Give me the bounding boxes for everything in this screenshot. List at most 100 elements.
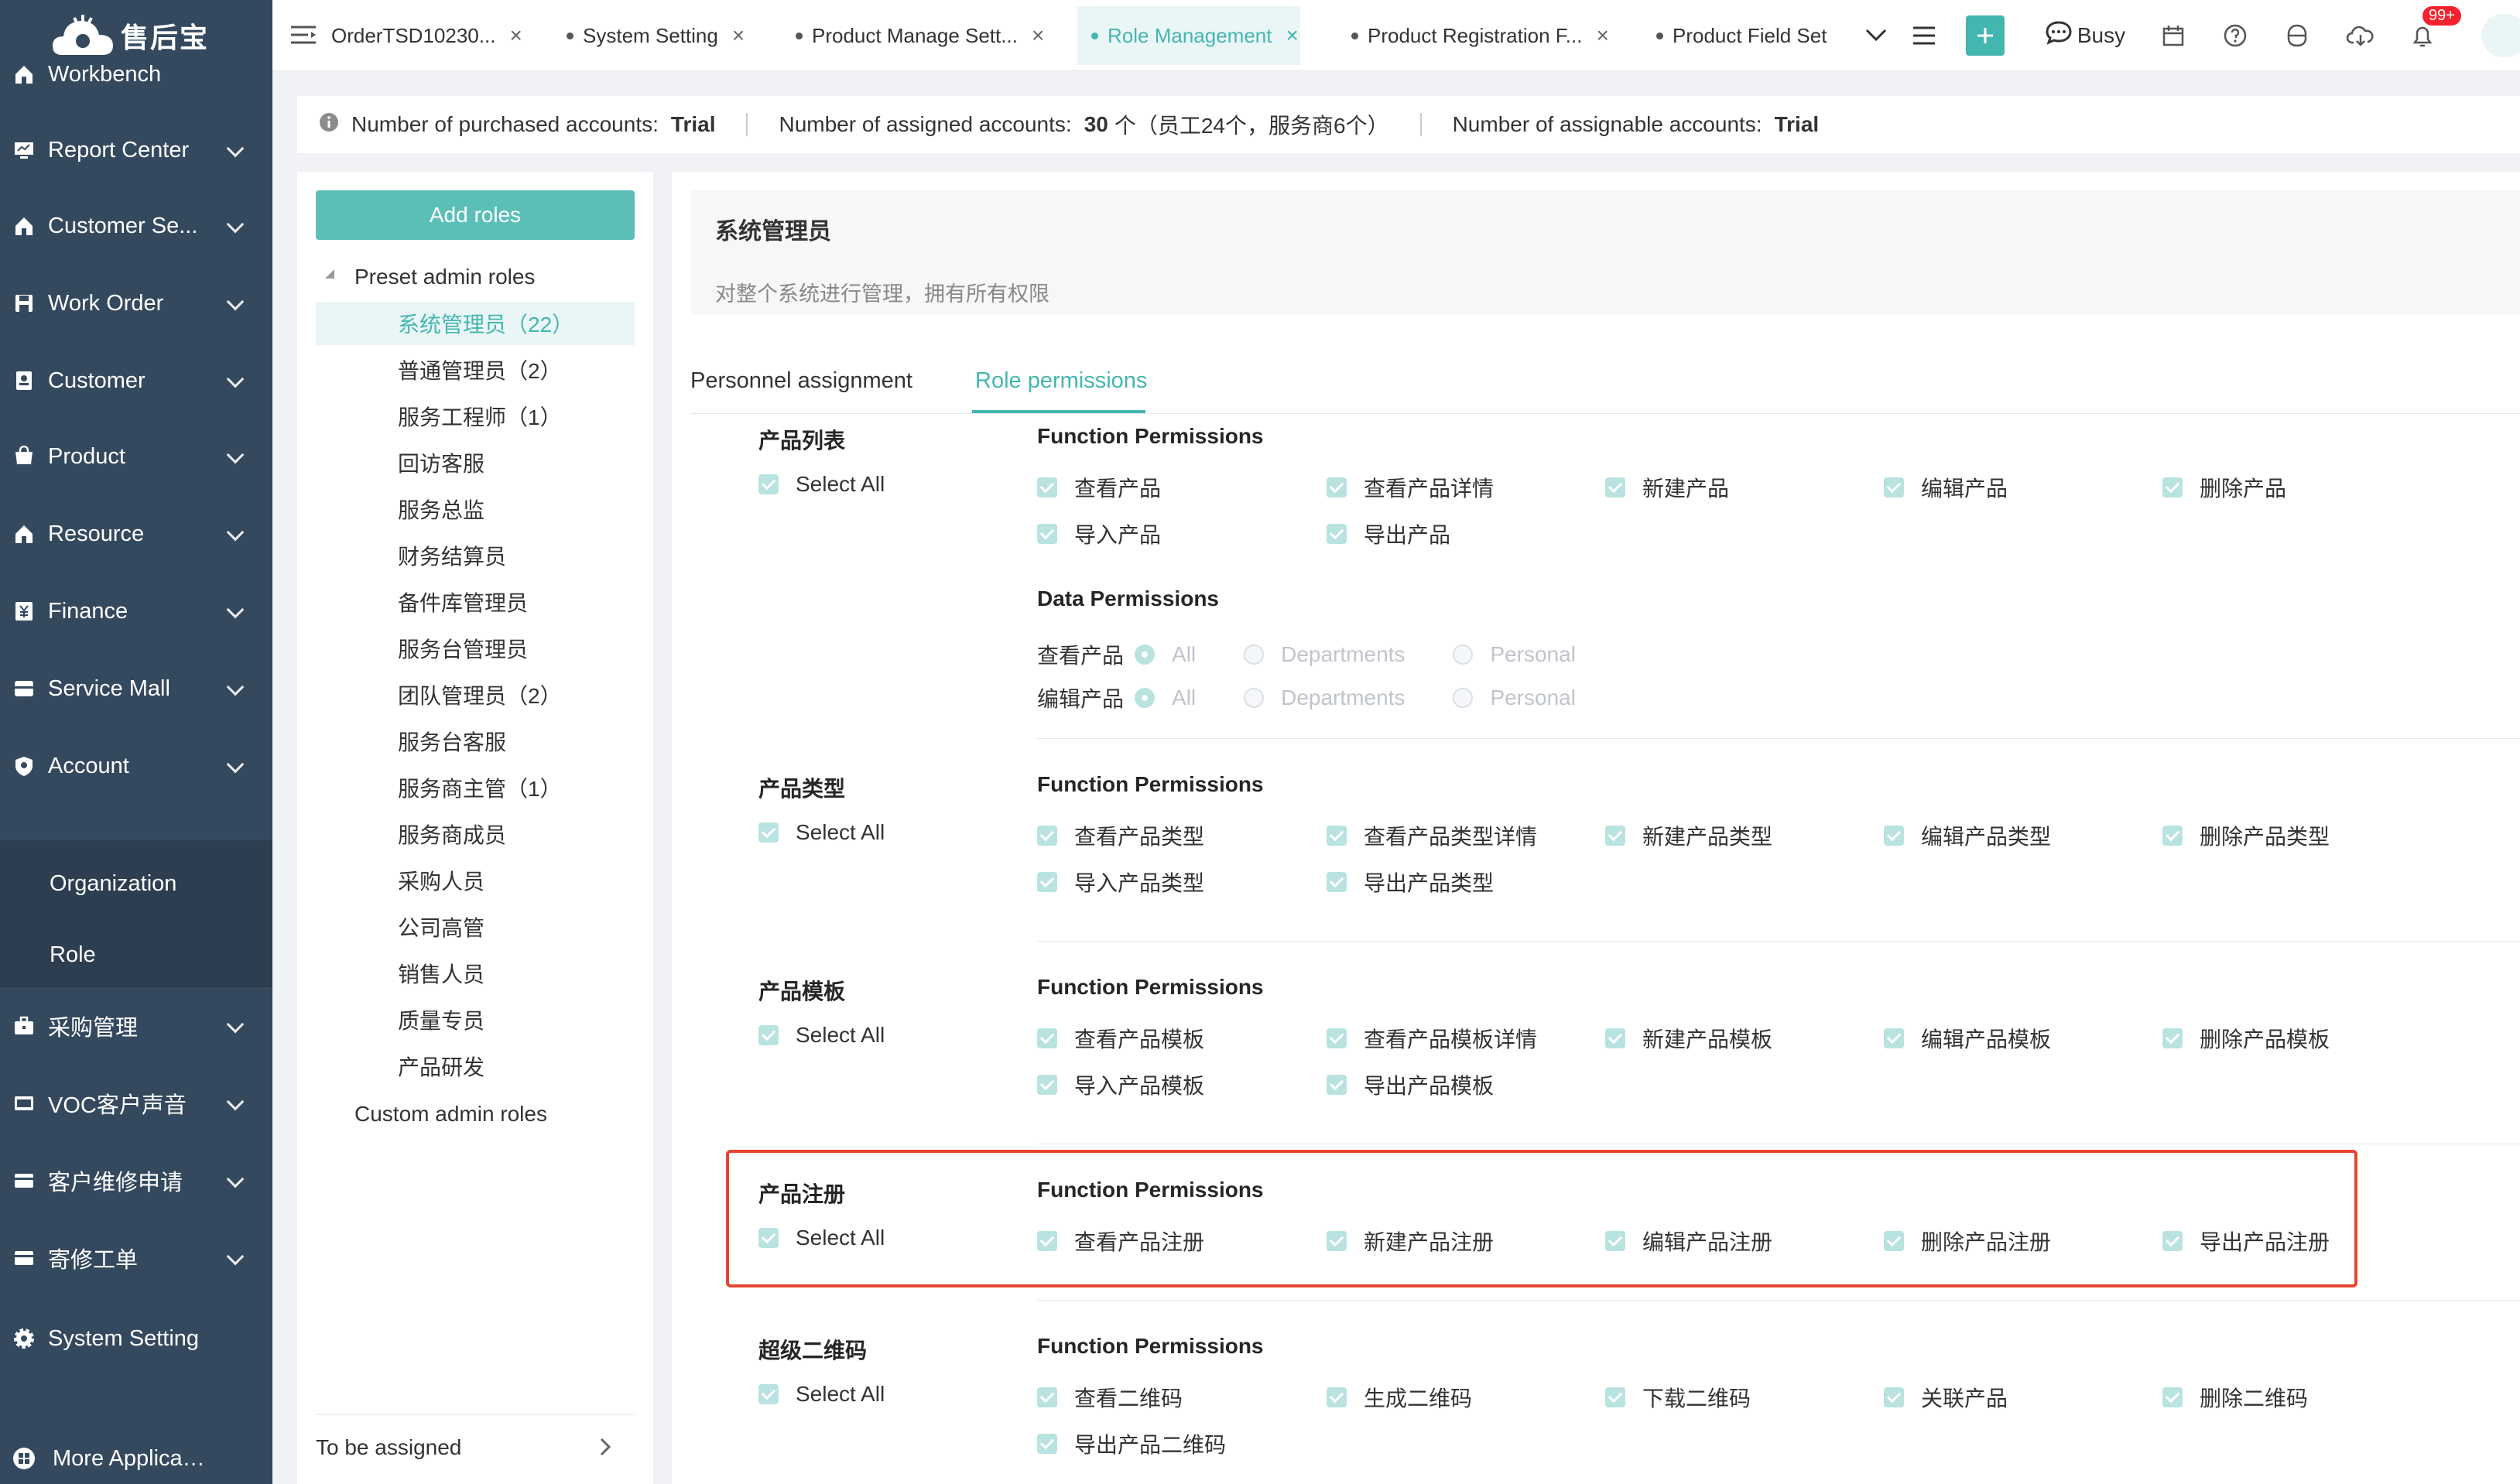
- user-service-icon[interactable]: [2282, 15, 2313, 56]
- radio-departments[interactable]: Departments: [1244, 686, 1405, 710]
- chevron-down-icon[interactable]: [1861, 15, 1892, 56]
- permission-checkbox[interactable]: 删除产品类型: [2162, 820, 2330, 851]
- sidebar-item-workbench[interactable]: Workbench: [0, 37, 272, 111]
- to-be-assigned[interactable]: To be assigned: [316, 1414, 635, 1479]
- role-item[interactable]: 公司高管: [316, 905, 635, 949]
- select-all-checkbox[interactable]: Select All: [758, 472, 885, 497]
- role-item[interactable]: 财务结算员: [316, 534, 635, 577]
- role-item[interactable]: 服务台管理员: [316, 627, 635, 670]
- sidebar-item-service-mall[interactable]: Service Mall: [0, 651, 272, 726]
- role-item[interactable]: 质量专员: [316, 998, 635, 1041]
- close-icon[interactable]: ×: [1032, 23, 1044, 48]
- cloud-download-icon[interactable]: [2344, 15, 2378, 56]
- role-item[interactable]: 服务工程师（1）: [316, 395, 635, 438]
- permission-checkbox[interactable]: 查看产品详情: [1327, 472, 1494, 503]
- add-icon[interactable]: [1966, 15, 2005, 56]
- permission-checkbox[interactable]: 编辑产品: [1884, 472, 2008, 503]
- close-icon[interactable]: ×: [1596, 23, 1608, 48]
- preset-admin-roles-group[interactable]: Preset admin roles: [354, 265, 535, 289]
- radio-personal[interactable]: Personal: [1453, 642, 1576, 667]
- status-busy[interactable]: Busy: [2039, 15, 2131, 56]
- tab-order[interactable]: OrderTSD10230... ×: [331, 0, 522, 71]
- permission-checkbox[interactable]: 新建产品类型: [1605, 820, 1772, 851]
- radio-departments[interactable]: Departments: [1244, 642, 1405, 667]
- sidebar-item-resource[interactable]: Resource: [0, 497, 272, 571]
- permission-checkbox[interactable]: 查看产品: [1037, 472, 1161, 503]
- permission-checkbox[interactable]: 新建产品模板: [1605, 1023, 1772, 1054]
- permission-checkbox[interactable]: 查看二维码: [1037, 1382, 1183, 1413]
- permission-checkbox[interactable]: 查看产品模板详情: [1327, 1023, 1537, 1054]
- sidebar-item-procurement[interactable]: 采购管理: [0, 989, 272, 1063]
- sidebar-item-customer[interactable]: Customer: [0, 344, 272, 418]
- add-roles-button[interactable]: Add roles: [316, 190, 635, 240]
- close-icon[interactable]: ×: [732, 23, 745, 48]
- menu-icon[interactable]: [1909, 15, 1940, 56]
- avatar[interactable]: [2481, 14, 2520, 57]
- custom-admin-roles-group[interactable]: Custom admin roles: [354, 1102, 547, 1127]
- permission-checkbox[interactable]: 删除产品模板: [2162, 1023, 2330, 1054]
- tab-role-management[interactable]: Role Management ×: [1077, 6, 1300, 65]
- role-item[interactable]: 服务商主管（1）: [316, 766, 635, 809]
- sidebar-item-mail-repair[interactable]: 寄修工单: [0, 1221, 272, 1295]
- role-item[interactable]: 服务商成员: [316, 812, 635, 856]
- role-item[interactable]: 团队管理员（2）: [316, 673, 635, 716]
- tab-personnel-assignment[interactable]: Personnel assignment: [690, 368, 912, 394]
- permission-checkbox[interactable]: 查看产品类型详情: [1327, 820, 1537, 851]
- subnav-item-role[interactable]: Role: [50, 942, 96, 968]
- sidebar-item-repair-request[interactable]: 客户维修申请: [0, 1144, 272, 1218]
- permission-checkbox[interactable]: 新建产品: [1605, 472, 1729, 503]
- permission-checkbox[interactable]: 生成二维码: [1327, 1382, 1472, 1413]
- permission-checkbox[interactable]: 导出产品二维码: [1037, 1428, 1226, 1459]
- calendar-icon[interactable]: [2158, 15, 2189, 56]
- caret-down-icon[interactable]: [324, 268, 336, 284]
- role-item[interactable]: 系统管理员（22）: [316, 302, 635, 345]
- permission-checkbox[interactable]: 关联产品: [1884, 1382, 2008, 1413]
- radio-personal[interactable]: Personal: [1453, 686, 1576, 710]
- permission-checkbox[interactable]: 导出产品类型: [1327, 867, 1494, 898]
- help-icon[interactable]: [2220, 15, 2251, 56]
- select-all-checkbox[interactable]: Select All: [758, 1382, 885, 1407]
- role-item[interactable]: 普通管理员（2）: [316, 348, 635, 392]
- subnav-item-organization[interactable]: Organization: [50, 871, 176, 897]
- sidebar-item-finance[interactable]: Finance: [0, 574, 272, 648]
- permission-checkbox[interactable]: 导出产品模板: [1327, 1069, 1494, 1100]
- close-icon[interactable]: ×: [1286, 23, 1298, 48]
- permission-checkbox[interactable]: 编辑产品类型: [1884, 820, 2051, 851]
- permission-checkbox[interactable]: 导出产品: [1327, 518, 1450, 549]
- sidebar-item-system-setting[interactable]: System Setting: [0, 1301, 272, 1376]
- radio-all[interactable]: All: [1135, 642, 1196, 667]
- menu-fold-icon[interactable]: [286, 15, 320, 56]
- permission-checkbox[interactable]: 导入产品类型: [1037, 867, 1204, 898]
- role-item[interactable]: 服务总监: [316, 487, 635, 531]
- sidebar-item-account[interactable]: Account: [0, 729, 272, 803]
- select-all-checkbox[interactable]: Select All: [758, 820, 885, 845]
- tab-role-permissions[interactable]: Role permissions: [975, 368, 1147, 394]
- sidebar-item-voc[interactable]: VOC客户声音: [0, 1066, 272, 1140]
- sidebar-item-work-order[interactable]: Work Order: [0, 266, 272, 340]
- role-item[interactable]: 销售人员: [316, 952, 635, 995]
- permission-checkbox[interactable]: 查看产品类型: [1037, 820, 1204, 851]
- permission-checkbox[interactable]: 查看产品模板: [1037, 1023, 1204, 1054]
- permission-checkbox[interactable]: 导入产品: [1037, 518, 1161, 549]
- sidebar-item-customer-service[interactable]: Customer Se...: [0, 189, 272, 263]
- permission-checkbox[interactable]: 编辑产品模板: [1884, 1023, 2051, 1054]
- tab-system-setting[interactable]: System Setting ×: [567, 0, 745, 71]
- role-item[interactable]: 采购人员: [316, 859, 635, 902]
- role-item[interactable]: 回访客服: [316, 441, 635, 484]
- tab-product-manage-settings[interactable]: Product Manage Sett... ×: [796, 0, 1044, 71]
- sidebar-item-product[interactable]: Product: [0, 419, 272, 494]
- close-icon[interactable]: ×: [509, 23, 522, 48]
- permission-checkbox[interactable]: 下载二维码: [1605, 1382, 1751, 1413]
- select-all-checkbox[interactable]: Select All: [758, 1023, 885, 1048]
- role-item[interactable]: 备件库管理员: [316, 580, 635, 624]
- permission-checkbox[interactable]: 删除产品: [2162, 472, 2286, 503]
- more-applications[interactable]: More Applications: [0, 1422, 272, 1484]
- role-item[interactable]: 服务台客服: [316, 720, 635, 763]
- permission-checkbox[interactable]: 导入产品模板: [1037, 1069, 1204, 1100]
- radio-all[interactable]: All: [1135, 686, 1196, 710]
- sidebar-item-report-center[interactable]: Report Center: [0, 113, 272, 187]
- tab-product-field-set[interactable]: Product Field Set: [1656, 0, 1827, 71]
- tab-product-registration[interactable]: Product Registration F... ×: [1351, 0, 1609, 71]
- role-item[interactable]: 产品研发: [316, 1045, 635, 1088]
- permission-checkbox[interactable]: 删除二维码: [2162, 1382, 2308, 1413]
